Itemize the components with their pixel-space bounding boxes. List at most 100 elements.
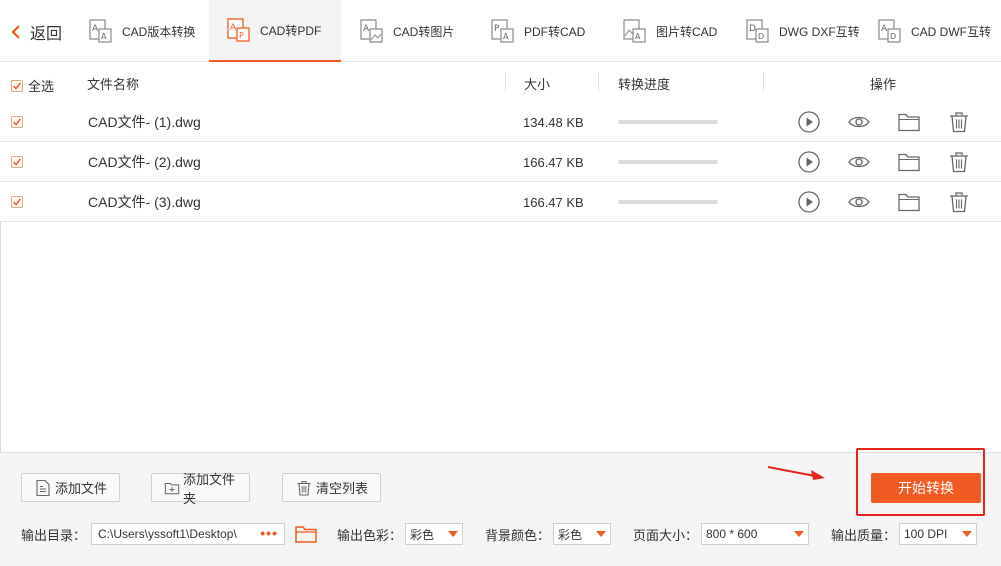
tab-label: CAD转PDF <box>260 23 322 38</box>
bg-color-label: 背景颜色： <box>485 527 551 543</box>
output-dir-value: C:\Users\yssoft1\Desktop\ <box>98 527 237 541</box>
open-folder-icon[interactable] <box>897 150 921 174</box>
bg-color-value: 彩色 <box>558 527 583 542</box>
open-folder-icon[interactable] <box>897 110 921 134</box>
preview-eye-icon[interactable] <box>847 190 871 214</box>
row-checkbox[interactable] <box>11 196 23 208</box>
svg-text:P: P <box>494 24 500 34</box>
output-dir-field[interactable]: C:\Users\yssoft1\Desktop\ ••• <box>91 523 285 545</box>
open-folder-icon[interactable] <box>897 190 921 214</box>
svg-text:D: D <box>758 32 764 41</box>
file-row[interactable]: CAD文件- (3).dwg 166.47 KB <box>0 182 1001 222</box>
list-left-border <box>0 222 1 452</box>
check-icon <box>12 198 22 206</box>
add-folder-button[interactable]: 添加文件夹 <box>151 472 250 506</box>
preview-eye-icon[interactable] <box>847 110 871 134</box>
column-divider <box>763 72 764 92</box>
tab-label: PDF转CAD <box>524 24 586 39</box>
add-file-button[interactable]: 添加文件 <box>21 473 120 502</box>
svg-text:A: A <box>230 23 237 33</box>
select-all[interactable]: 全选 <box>11 76 54 95</box>
progress-bar <box>618 200 718 204</box>
trash-icon <box>297 480 311 496</box>
progress-bar <box>618 120 718 124</box>
svg-text:D: D <box>749 24 756 34</box>
add-folder-icon <box>164 482 180 494</box>
check-icon <box>12 118 22 126</box>
svg-text:D: D <box>890 32 896 41</box>
folder-icon[interactable] <box>294 522 318 546</box>
tab-label: CAD DWF互转 <box>911 24 991 39</box>
delete-trash-icon[interactable] <box>947 150 971 174</box>
add-file-icon <box>36 479 50 496</box>
browse-dots-button[interactable]: ••• <box>260 525 278 541</box>
start-convert-button[interactable]: 开始转换 <box>871 473 981 503</box>
progress-cell <box>618 142 718 182</box>
back-button[interactable]: 返回 <box>8 18 62 46</box>
tab-label: DWG DXF互转 <box>779 24 860 39</box>
column-header-size: 大小 <box>524 77 551 92</box>
image-file-icon: A <box>360 19 383 43</box>
column-divider <box>598 72 599 92</box>
output-color-label: 输出色彩： <box>337 527 403 543</box>
image-to-cad-icon: A <box>623 19 646 43</box>
row-checkbox-cell <box>11 142 23 182</box>
check-icon <box>12 158 22 166</box>
play-icon[interactable] <box>797 150 821 174</box>
tab-cad-to-pdf[interactable]: AP CAD转PDF <box>209 0 341 62</box>
page-size-value: 800 * 600 <box>706 527 758 541</box>
tab-cad-to-image[interactable]: A CAD转图片 <box>359 0 479 62</box>
file-name: CAD文件- (2).dwg <box>88 154 201 170</box>
clear-list-button[interactable]: 清空列表 <box>282 473 381 502</box>
tab-label: CAD版本转换 <box>122 24 196 39</box>
top-tab-bar: 返回 AA CAD版本转换 AP CAD转PDF A CAD转图片 PA PDF… <box>0 0 1001 62</box>
output-quality-label: 输出质量： <box>831 527 897 543</box>
file-size: 134.48 KB <box>523 114 584 130</box>
svg-text:A: A <box>635 32 641 41</box>
tab-pdf-to-cad[interactable]: PA PDF转CAD <box>490 0 610 62</box>
tab-cad-version[interactable]: AA CAD版本转换 <box>88 0 208 62</box>
page-size-select[interactable]: 800 * 600 <box>701 523 809 545</box>
delete-trash-icon[interactable] <box>947 190 971 214</box>
page-size-label: 页面大小： <box>633 527 699 543</box>
caret-down-icon <box>596 531 606 537</box>
row-checkbox[interactable] <box>11 156 23 168</box>
progress-bar <box>618 160 718 164</box>
progress-cell <box>618 102 718 142</box>
svg-text:P: P <box>239 31 244 40</box>
pdf-file-icon: PA <box>491 19 514 43</box>
caret-down-icon <box>962 531 972 537</box>
add-folder-label: 添加文件夹 <box>183 471 236 506</box>
select-all-checkbox[interactable] <box>11 79 23 92</box>
add-file-label: 添加文件 <box>55 481 108 496</box>
column-divider <box>505 72 506 92</box>
tab-dwg-dxf[interactable]: DD DWG DXF互转 <box>745 0 869 62</box>
column-header-actions: 操作 <box>870 77 897 92</box>
row-checkbox-cell <box>11 102 23 142</box>
tab-label: CAD转图片 <box>393 24 455 39</box>
svg-text:A: A <box>363 24 370 34</box>
column-header-progress: 转换进度 <box>618 77 671 92</box>
tab-image-to-cad[interactable]: A 图片转CAD <box>622 0 742 62</box>
output-color-value: 彩色 <box>410 527 435 542</box>
red-arrow-annotation <box>767 466 825 480</box>
output-dir-label: 输出目录： <box>21 527 87 543</box>
bg-color-select[interactable]: 彩色 <box>553 523 611 545</box>
play-icon[interactable] <box>797 190 821 214</box>
svg-text:A: A <box>92 24 99 34</box>
file-name: CAD文件- (1).dwg <box>88 114 201 130</box>
play-icon[interactable] <box>797 110 821 134</box>
tab-label: 图片转CAD <box>656 24 718 39</box>
row-checkbox[interactable] <box>11 116 23 128</box>
check-icon <box>12 82 22 90</box>
preview-eye-icon[interactable] <box>847 150 871 174</box>
tab-cad-dwf[interactable]: AD CAD DWF互转 <box>877 0 1001 62</box>
cad-pdf-icon: AP <box>227 18 250 42</box>
back-label: 返回 <box>30 26 63 43</box>
file-row[interactable]: CAD文件- (1).dwg 134.48 KB <box>0 102 1001 142</box>
file-row[interactable]: CAD文件- (2).dwg 166.47 KB <box>0 142 1001 182</box>
output-color-select[interactable]: 彩色 <box>405 523 463 545</box>
output-quality-select[interactable]: 100 DPI <box>899 523 977 545</box>
delete-trash-icon[interactable] <box>947 110 971 134</box>
svg-text:A: A <box>503 32 509 41</box>
